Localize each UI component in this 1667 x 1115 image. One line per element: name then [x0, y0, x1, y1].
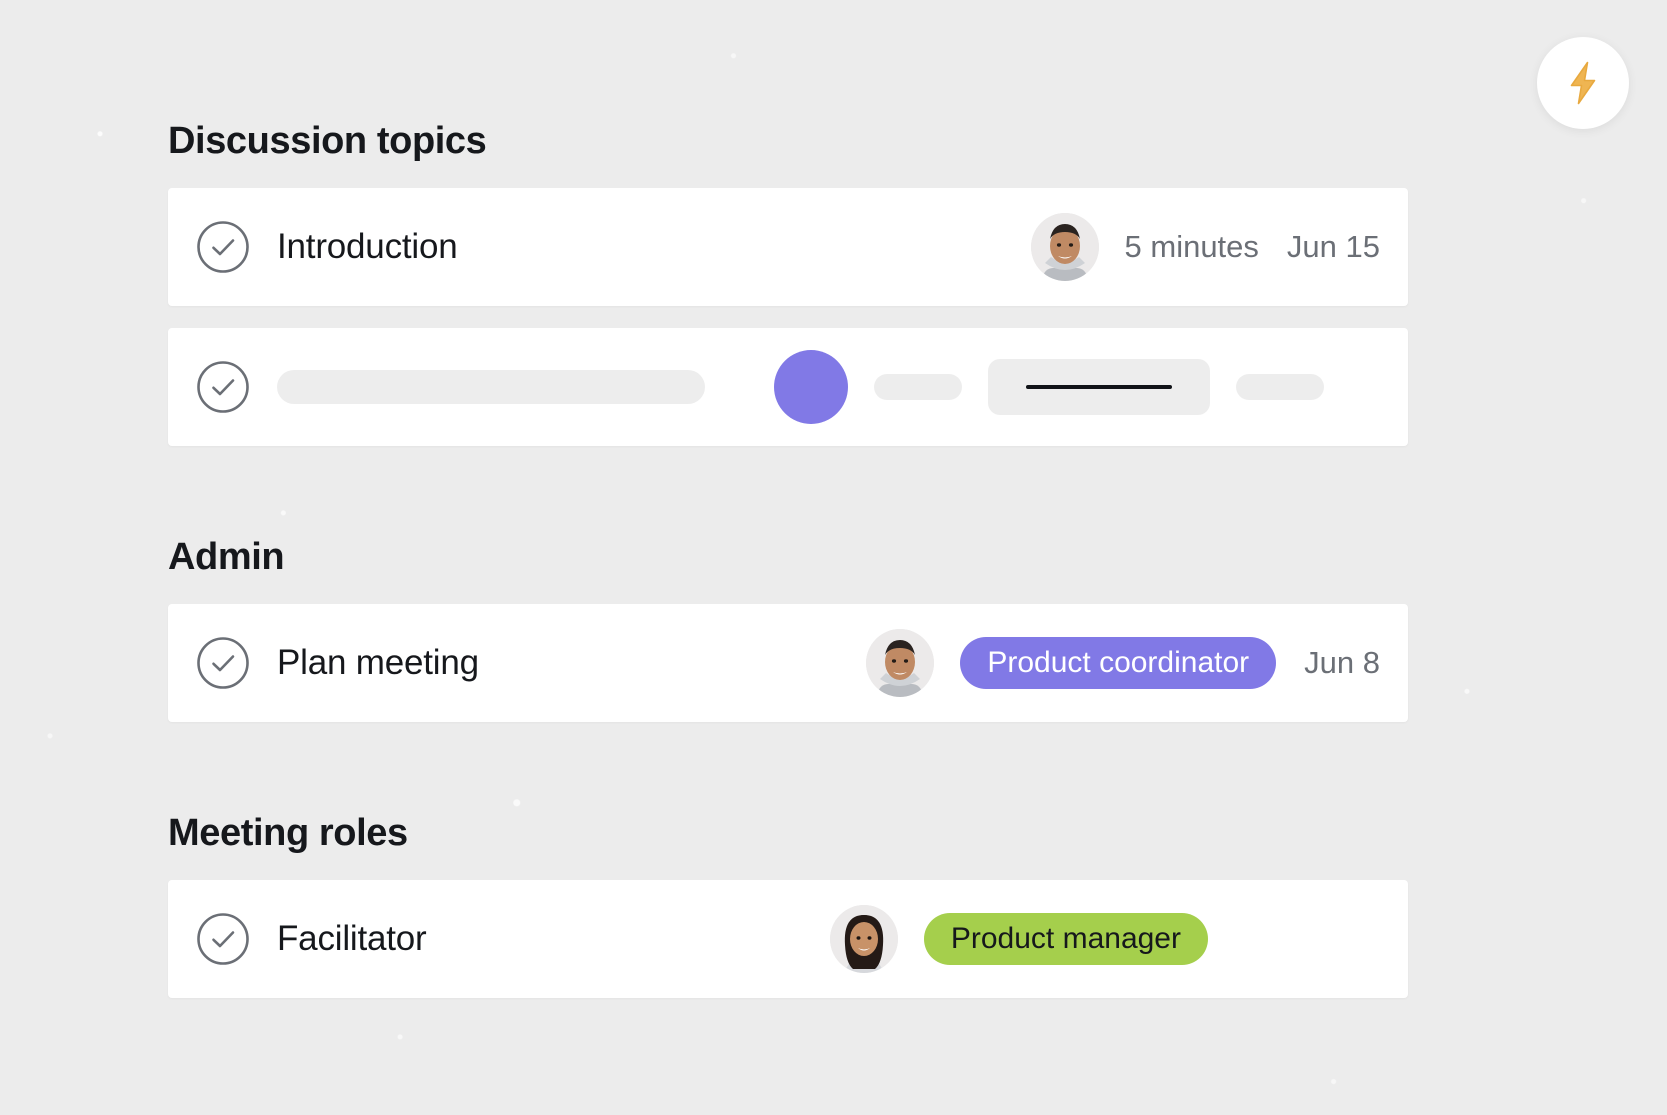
task-date: Jun 15 [1286, 229, 1380, 264]
check-circle-icon[interactable] [196, 912, 250, 966]
role-badge[interactable]: Product manager [923, 913, 1208, 965]
section-title-admin: Admin [168, 536, 285, 578]
task-row-introduction[interactable]: Introduction 5 minutes Jun 15 [168, 188, 1408, 306]
check-circle-icon[interactable] [196, 360, 250, 414]
section-title-meeting-roles: Meeting roles [168, 812, 408, 854]
placeholder-title-bar [277, 370, 705, 404]
task-row-plan-meeting[interactable]: Plan meeting Product coordinator Jun 8 [168, 604, 1408, 722]
avatar[interactable] [866, 629, 935, 697]
check-circle-icon[interactable] [196, 636, 250, 690]
placeholder-field-box[interactable] [988, 359, 1210, 415]
lightning-bolt-icon [1561, 60, 1605, 106]
placeholder-avatar-dot[interactable] [774, 350, 848, 424]
task-row-placeholder[interactable] [168, 328, 1408, 446]
check-circle-icon[interactable] [196, 220, 250, 274]
section-title-discussion-topics: Discussion topics [168, 120, 487, 162]
lightning-bolt-button[interactable] [1537, 37, 1629, 129]
placeholder-meta-bar [874, 374, 962, 400]
page-root: Discussion topics Introduction 5 minutes… [0, 0, 1667, 1115]
placeholder-tail-bar [1236, 374, 1324, 400]
avatar[interactable] [1030, 213, 1099, 281]
status-badge[interactable]: Product coordinator [960, 637, 1277, 689]
task-name: Introduction [277, 227, 458, 266]
task-date: Jun 8 [1304, 645, 1380, 680]
task-name: Facilitator [277, 919, 427, 958]
agenda-content: Discussion topics Introduction 5 minutes… [168, 0, 1408, 998]
avatar[interactable] [829, 905, 898, 973]
task-row-facilitator[interactable]: Facilitator Product manager [168, 880, 1408, 998]
task-duration: 5 minutes [1124, 229, 1259, 264]
placeholder-field-line [1026, 385, 1172, 389]
task-name: Plan meeting [277, 643, 479, 682]
